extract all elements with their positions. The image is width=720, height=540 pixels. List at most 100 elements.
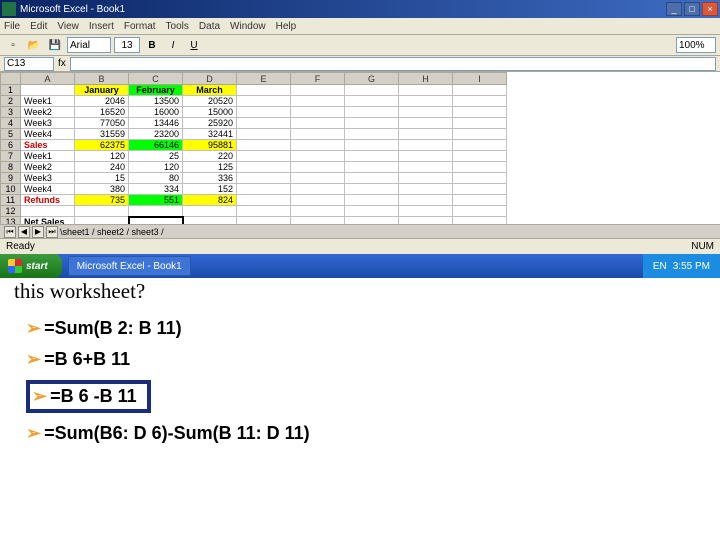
font-selector[interactable]: Arial [67, 37, 111, 53]
tray-language[interactable]: EN [653, 261, 667, 272]
cell[interactable]: 32441 [183, 129, 237, 140]
cell[interactable] [237, 151, 291, 162]
cell[interactable]: 735 [75, 195, 129, 206]
row-header[interactable]: 5 [1, 129, 21, 140]
cell[interactable] [399, 184, 453, 195]
cell[interactable] [237, 107, 291, 118]
col-header-A[interactable]: A [21, 73, 75, 85]
cell[interactable] [453, 217, 507, 225]
cell[interactable] [183, 206, 237, 217]
cell[interactable] [237, 129, 291, 140]
sheet-tab-labels[interactable]: \sheet1 / sheet2 / sheet3 / [60, 227, 164, 237]
cell[interactable] [183, 217, 237, 225]
cell[interactable]: Refunds [21, 195, 75, 206]
cell[interactable]: Week2 [21, 107, 75, 118]
cell[interactable] [237, 85, 291, 96]
cell[interactable] [291, 195, 345, 206]
answer-option-4[interactable]: ➢=Sum(B6: D 6)-Sum(B 11: D 11) [26, 423, 706, 444]
row-header[interactable]: 2 [1, 96, 21, 107]
cell[interactable]: 62375 [75, 140, 129, 151]
col-header-D[interactable]: D [183, 73, 237, 85]
close-button[interactable]: × [702, 2, 718, 16]
cell[interactable] [453, 151, 507, 162]
cell[interactable] [345, 195, 399, 206]
cell[interactable] [345, 107, 399, 118]
cell[interactable]: 20520 [183, 96, 237, 107]
cell[interactable]: Week4 [21, 129, 75, 140]
cell[interactable] [291, 173, 345, 184]
open-icon[interactable]: 📂 [25, 36, 43, 54]
cell[interactable] [237, 184, 291, 195]
cell[interactable] [129, 217, 183, 225]
cell[interactable] [453, 129, 507, 140]
cell[interactable]: 25920 [183, 118, 237, 129]
corner-cell[interactable] [1, 73, 21, 85]
cell[interactable] [345, 217, 399, 225]
cell[interactable] [399, 118, 453, 129]
cell[interactable] [237, 162, 291, 173]
cell[interactable]: March [183, 85, 237, 96]
cell[interactable] [399, 107, 453, 118]
name-box[interactable]: C13 [4, 57, 54, 71]
cell[interactable]: 336 [183, 173, 237, 184]
tab-nav-next[interactable]: ▶ [32, 226, 44, 238]
menu-insert[interactable]: Insert [89, 21, 114, 32]
cell[interactable]: 77050 [75, 118, 129, 129]
zoom-selector[interactable]: 100% [676, 37, 716, 53]
cell[interactable] [237, 96, 291, 107]
cell[interactable]: Week1 [21, 151, 75, 162]
cell[interactable]: 13446 [129, 118, 183, 129]
sheet-area[interactable]: ABCDEFGHI 1JanuaryFebruaryMarch2Week1204… [0, 72, 720, 224]
cell[interactable] [291, 162, 345, 173]
save-icon[interactable]: 💾 [46, 36, 64, 54]
cell[interactable] [399, 195, 453, 206]
new-icon[interactable]: ▫ [4, 36, 22, 54]
cell[interactable] [291, 184, 345, 195]
row-header[interactable]: 6 [1, 140, 21, 151]
menu-tools[interactable]: Tools [166, 21, 189, 32]
menu-window[interactable]: Window [230, 21, 266, 32]
cell[interactable] [453, 140, 507, 151]
cell[interactable] [399, 206, 453, 217]
cell[interactable] [453, 118, 507, 129]
cell[interactable] [399, 217, 453, 225]
cell[interactable]: 120 [75, 151, 129, 162]
col-header-H[interactable]: H [399, 73, 453, 85]
taskbar-item-excel[interactable]: Microsoft Excel - Book1 [68, 256, 191, 276]
menu-edit[interactable]: Edit [30, 21, 47, 32]
cell[interactable] [453, 184, 507, 195]
cell[interactable]: Week3 [21, 118, 75, 129]
cell[interactable]: 16520 [75, 107, 129, 118]
italic-icon[interactable]: I [164, 36, 182, 54]
cell[interactable]: 551 [129, 195, 183, 206]
cell[interactable] [129, 206, 183, 217]
cell[interactable] [291, 129, 345, 140]
maximize-button[interactable]: □ [684, 2, 700, 16]
row-header[interactable]: 12 [1, 206, 21, 217]
menu-file[interactable]: File [4, 21, 20, 32]
cell[interactable]: February [129, 85, 183, 96]
cell[interactable] [75, 217, 129, 225]
cell[interactable] [21, 85, 75, 96]
cell[interactable]: 380 [75, 184, 129, 195]
cell[interactable] [399, 85, 453, 96]
formula-input[interactable] [70, 57, 716, 71]
cell[interactable]: 95881 [183, 140, 237, 151]
cell[interactable]: 125 [183, 162, 237, 173]
col-header-C[interactable]: C [129, 73, 183, 85]
cell[interactable] [453, 107, 507, 118]
cell[interactable] [453, 96, 507, 107]
cell[interactable] [399, 140, 453, 151]
menu-view[interactable]: View [57, 21, 79, 32]
cell[interactable]: 66146 [129, 140, 183, 151]
cell[interactable]: 152 [183, 184, 237, 195]
start-button[interactable]: start [0, 254, 62, 278]
menu-data[interactable]: Data [199, 21, 220, 32]
cell[interactable] [453, 206, 507, 217]
cell[interactable] [399, 162, 453, 173]
row-header[interactable]: 1 [1, 85, 21, 96]
menu-format[interactable]: Format [124, 21, 156, 32]
tab-nav-prev[interactable]: ◀ [18, 226, 30, 238]
cell[interactable]: Sales [21, 140, 75, 151]
col-header-I[interactable]: I [453, 73, 507, 85]
